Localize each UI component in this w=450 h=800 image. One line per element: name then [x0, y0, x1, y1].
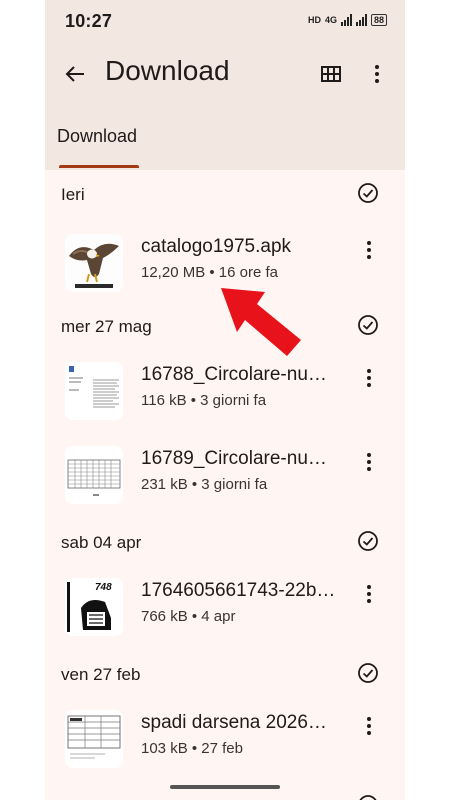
file-meta: 231 kB • 3 giorni fa [141, 476, 268, 493]
more-vert-icon [367, 241, 371, 259]
select-all-check-icon[interactable] [357, 794, 379, 800]
file-name: 16789_Circolare-nu… [141, 448, 327, 469]
status-icons: HD 4G 88 [308, 14, 387, 26]
eagle-image-icon [65, 234, 123, 292]
more-vert-icon [367, 585, 371, 603]
file-meta: 116 kB • 3 giorni fa [141, 392, 267, 409]
section-header: ven 27 feb [45, 654, 405, 694]
section-header: sab 04 apr [45, 522, 405, 562]
file-meta: 12,20 MB • 16 ore fa [141, 264, 278, 281]
grid-view-icon [321, 66, 341, 82]
document-page-icon [65, 362, 123, 420]
hd-indicator: HD [307, 15, 321, 25]
grid-view-button[interactable] [317, 60, 345, 88]
tab-indicator [59, 165, 139, 168]
more-vert-icon [367, 453, 371, 471]
technical-drawing-icon: 748 [65, 578, 123, 636]
home-indicator[interactable] [170, 785, 280, 789]
file-more-button[interactable] [357, 582, 381, 606]
file-row[interactable]: 16789_Circolare-nu… 231 kB • 3 giorni fa [45, 434, 405, 518]
arrow-back-icon [65, 66, 84, 82]
thumbnail-text: 748 [95, 582, 112, 593]
signal-icon [340, 14, 352, 26]
section-header: Ieri [45, 174, 405, 214]
signal-icon-2 [355, 14, 367, 26]
file-name: 16788_Circolare-nu… [141, 364, 327, 385]
form-document-icon [65, 710, 123, 768]
file-more-button[interactable] [357, 714, 381, 738]
file-name: catalogo1975.apk [141, 236, 292, 257]
file-more-button[interactable] [357, 366, 381, 390]
tab-download[interactable]: Download [57, 126, 137, 147]
spreadsheet-page-icon [65, 446, 123, 504]
file-thumbnail [65, 362, 123, 420]
section-date: sab 04 apr [61, 533, 142, 552]
section-date: mer 27 mag [61, 317, 152, 336]
app-bar: 10:27 HD 4G 88 Download Download [45, 0, 405, 170]
section-date: Ieri [61, 185, 85, 204]
file-more-button[interactable] [357, 238, 381, 262]
section-date: ven 27 feb [61, 665, 141, 684]
select-all-check-icon[interactable] [357, 314, 379, 336]
battery-icon: 88 [370, 14, 387, 26]
select-all-check-icon[interactable] [357, 530, 379, 552]
file-thumbnail [65, 710, 123, 768]
file-meta: 103 kB • 27 feb [141, 740, 243, 757]
more-vert-icon [375, 65, 379, 83]
phone-screen: 10:27 HD 4G 88 Download Download Ieri ca… [45, 0, 405, 800]
select-all-check-icon[interactable] [357, 662, 379, 684]
file-meta: 766 kB • 4 apr [141, 608, 236, 625]
select-all-check-icon[interactable] [357, 182, 379, 204]
file-thumbnail [65, 234, 123, 292]
status-time: 10:27 [65, 11, 113, 31]
more-options-button[interactable] [363, 60, 391, 88]
file-thumbnail: 748 [65, 578, 123, 636]
file-row[interactable]: spadi darsena 2026… 103 kB • 27 feb [45, 698, 405, 782]
more-vert-icon [367, 717, 371, 735]
network-type: 4G [324, 15, 337, 25]
file-thumbnail [65, 446, 123, 504]
back-button[interactable] [61, 60, 89, 88]
file-row[interactable]: 748 1764605661743-22b… 766 kB • 4 apr [45, 566, 405, 650]
more-vert-icon [367, 369, 371, 387]
file-name: 1764605661743-22b… [141, 580, 336, 601]
annotation-arrow-icon [221, 288, 301, 356]
file-more-button[interactable] [357, 450, 381, 474]
file-row[interactable]: 16788_Circolare-nu… 116 kB • 3 giorni fa [45, 350, 405, 434]
file-name: spadi darsena 2026… [141, 712, 327, 733]
page-title: Download [105, 55, 230, 86]
